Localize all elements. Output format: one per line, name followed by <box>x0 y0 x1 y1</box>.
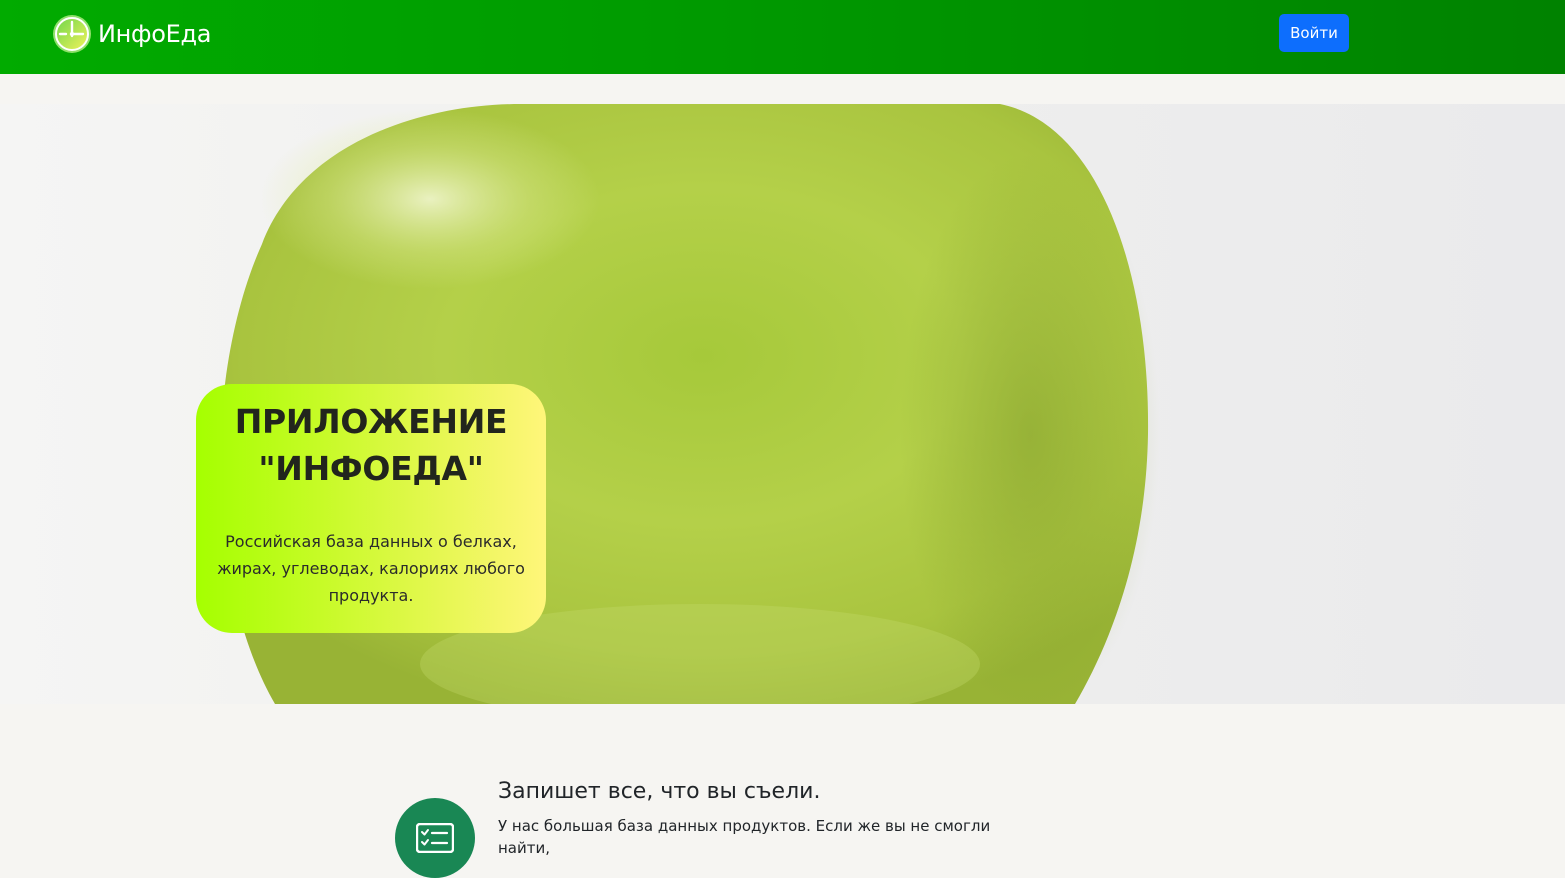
feature-text: У нас большая база данных продуктов. Есл… <box>498 817 991 857</box>
hero-subtitle: Российская база данных о белках, жирах, … <box>217 532 525 605</box>
hero-title: ПРИЛОЖЕНИЕ "ИНФОЕДА" <box>196 384 546 492</box>
feature-title: Запишет все, что вы съели. <box>498 779 821 804</box>
brand-link[interactable]: ИнфоЕда <box>52 14 212 54</box>
hero-section: ПРИЛОЖЕНИЕ "ИНФОЕДА" Российская база дан… <box>0 104 1565 704</box>
clock-leaf-logo-icon <box>53 15 91 53</box>
checklist-icon <box>416 823 454 853</box>
brand-name: ИнфоЕда <box>98 20 212 48</box>
hero-card: ПРИЛОЖЕНИЕ "ИНФОЕДА" Российская база дан… <box>196 384 546 633</box>
feature-icon-circle <box>395 798 475 878</box>
login-button[interactable]: Войти <box>1279 14 1349 52</box>
hero-title-line2: "ИНФОЕДА" <box>258 449 484 488</box>
navbar: ИнфоЕда Войти <box>0 0 1565 74</box>
hero-title-line1: ПРИЛОЖЕНИЕ <box>234 402 508 441</box>
